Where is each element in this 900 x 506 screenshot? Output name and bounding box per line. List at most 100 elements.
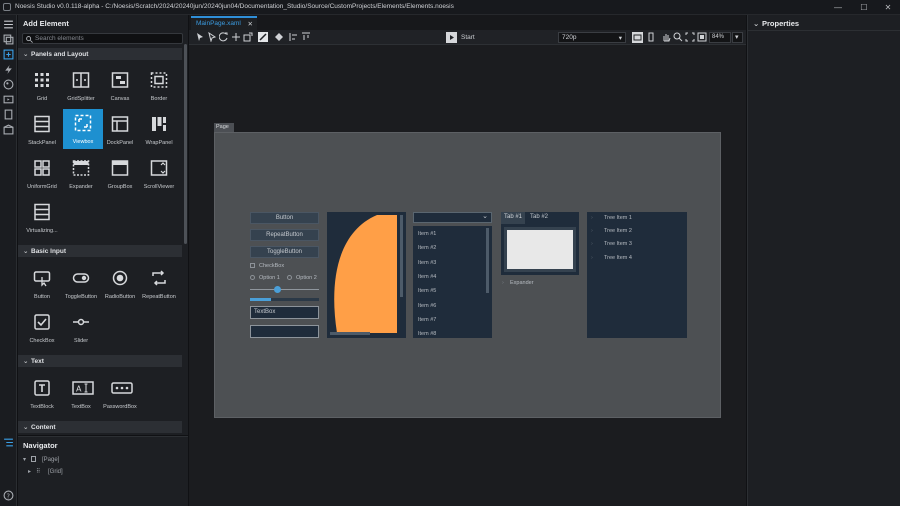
palette-icon[interactable]: [3, 79, 14, 90]
design-canvas[interactable]: Page Button RepeatButton ToggleButton Ch…: [189, 46, 746, 506]
list-item[interactable]: Item #3: [418, 260, 436, 266]
zoom-dropdown-button[interactable]: ▾: [732, 32, 743, 43]
rotate-icon[interactable]: [219, 32, 229, 42]
search-input[interactable]: Search elements: [22, 33, 183, 44]
fullscreen-icon[interactable]: [697, 32, 707, 42]
help-icon[interactable]: ?: [3, 490, 14, 501]
element-groupbox[interactable]: GroupBox: [100, 154, 140, 194]
category-text[interactable]: ⌄ Text: [18, 355, 182, 367]
preview-tabcontrol[interactable]: Tab #1 Tab #2: [501, 212, 579, 275]
element-button[interactable]: Button: [22, 264, 62, 304]
preview-repeatbutton[interactable]: RepeatButton: [250, 229, 319, 241]
listbox-scrollbar[interactable]: [486, 228, 489, 293]
tree-item[interactable]: › Tree Item 4: [591, 255, 632, 261]
align-left-icon[interactable]: [289, 32, 299, 42]
start-label[interactable]: Start: [461, 34, 475, 41]
pin-icon[interactable]: [274, 32, 284, 42]
tree-item[interactable]: › Tree Item 3: [591, 241, 632, 247]
element-border[interactable]: Border: [139, 66, 179, 106]
preview-listbox[interactable]: Item #1 Item #2 Item #3 Item #4 Item #5 Item …: [413, 226, 492, 338]
tree-item[interactable]: › Tree Item 1: [591, 215, 632, 221]
preview-combobox[interactable]: ⌄: [413, 212, 492, 223]
snap-icon[interactable]: [258, 32, 268, 42]
resolution-dropdown[interactable]: 720p ▾: [558, 32, 626, 43]
close-button[interactable]: ✕: [876, 2, 900, 13]
element-expander[interactable]: Expander: [61, 154, 101, 194]
preview-slider-thumb[interactable]: [274, 286, 282, 293]
portrait-icon[interactable]: [646, 32, 656, 42]
preview-togglebutton[interactable]: ToggleButton: [250, 246, 319, 258]
element-stackpanel[interactable]: StackPanel: [22, 110, 62, 150]
list-item[interactable]: Item #2: [418, 245, 436, 251]
category-content[interactable]: ⌄ Content: [18, 421, 182, 433]
nav-node-grid[interactable]: ▸ ⠿ [Grid]: [28, 468, 63, 475]
preview-treeview[interactable]: › Tree Item 1 › Tree Item 2 › Tree Item 3 › Tre…: [587, 212, 687, 338]
lightning-icon[interactable]: [3, 64, 14, 75]
preview-checkbox[interactable]: CheckBox: [250, 263, 284, 269]
element-wrappanel[interactable]: WrapPanel: [139, 110, 179, 150]
play-icon[interactable]: [446, 32, 457, 43]
element-togglebutton[interactable]: ToggleButton: [61, 264, 101, 304]
menu-icon[interactable]: [3, 19, 14, 30]
preview-slider-track[interactable]: [250, 289, 319, 290]
navigator-toggle-icon[interactable]: [3, 437, 14, 448]
preview-radio-2[interactable]: Option 2: [287, 275, 317, 281]
chevron-down-icon: ▾: [23, 457, 27, 463]
element-dockpanel[interactable]: DockPanel: [100, 110, 140, 150]
element-textblock[interactable]: TextBlock: [22, 374, 62, 414]
element-passwordbox[interactable]: PasswordBox: [100, 374, 140, 414]
element-viewbox[interactable]: Viewbox: [63, 109, 103, 149]
package-icon[interactable]: [3, 124, 14, 135]
element-checkbox[interactable]: CheckBox: [22, 308, 62, 348]
nav-node-page[interactable]: ▾ [Page]: [23, 456, 59, 463]
preview-tab-1[interactable]: Tab #1: [501, 212, 525, 224]
landscape-icon[interactable]: [632, 32, 643, 43]
select-arrow-icon[interactable]: [195, 32, 205, 42]
add-element-icon[interactable]: [3, 49, 14, 60]
fit-icon[interactable]: [685, 32, 695, 42]
element-virtualizing[interactable]: Virtualizing...: [22, 198, 62, 238]
list-item[interactable]: Item #1: [418, 231, 436, 237]
preview-textbox[interactable]: TextBox: [250, 306, 319, 319]
preview-scrollviewer[interactable]: [327, 212, 406, 338]
hand-icon[interactable]: [661, 32, 671, 42]
element-repeatbutton[interactable]: RepeatButton: [139, 264, 179, 304]
maximize-button[interactable]: ☐: [852, 2, 876, 13]
category-basic-input[interactable]: ⌄ Basic Input: [18, 245, 182, 257]
tree-item[interactable]: › Tree Item 2: [591, 228, 632, 234]
preview-radio-1[interactable]: Option 1: [250, 275, 280, 281]
list-item[interactable]: Item #6: [418, 303, 436, 309]
list-item[interactable]: Item #7: [418, 317, 436, 323]
list-item[interactable]: Item #5: [418, 288, 436, 294]
element-canvas[interactable]: Canvas: [100, 66, 140, 106]
category-panels-layout[interactable]: ⌄ Panels and Layout: [18, 48, 182, 60]
minimize-button[interactable]: —: [826, 2, 850, 13]
pages-icon[interactable]: [3, 109, 14, 120]
layers-icon[interactable]: [3, 34, 14, 45]
element-uniformgrid[interactable]: UniformGrid: [22, 154, 62, 194]
element-radiobutton[interactable]: RadioButton: [100, 264, 140, 304]
preview-button[interactable]: Button: [250, 212, 319, 224]
align-top-icon[interactable]: [301, 32, 311, 42]
element-scrollviewer[interactable]: ScrollViewer: [139, 154, 179, 194]
page-tag[interactable]: Page: [214, 123, 234, 132]
element-slider[interactable]: Slider: [61, 308, 101, 348]
preview-tab-2[interactable]: Tab #2: [527, 212, 551, 224]
zoom-level[interactable]: 84%: [709, 32, 731, 43]
list-item[interactable]: Item #8: [418, 331, 436, 337]
direct-select-icon[interactable]: [207, 32, 217, 42]
move-icon[interactable]: [231, 32, 241, 42]
page-preview[interactable]: Button RepeatButton ToggleButton CheckBo…: [214, 132, 721, 418]
panel-scrollbar[interactable]: [184, 44, 187, 244]
list-item[interactable]: Item #4: [418, 274, 436, 280]
scale-icon[interactable]: [243, 32, 253, 42]
tab-mainpage[interactable]: MainPage.xaml ✕: [191, 16, 257, 30]
close-tab-icon[interactable]: ✕: [248, 20, 253, 28]
media-icon[interactable]: [3, 94, 14, 105]
zoom-icon[interactable]: [673, 32, 683, 42]
preview-expander[interactable]: › Expander: [502, 280, 534, 286]
element-grid[interactable]: Grid: [22, 66, 62, 106]
element-textbox[interactable]: A TextBox: [61, 374, 101, 414]
element-gridsplitter[interactable]: GridSplitter: [61, 66, 101, 106]
preview-passwordbox[interactable]: [250, 325, 319, 338]
